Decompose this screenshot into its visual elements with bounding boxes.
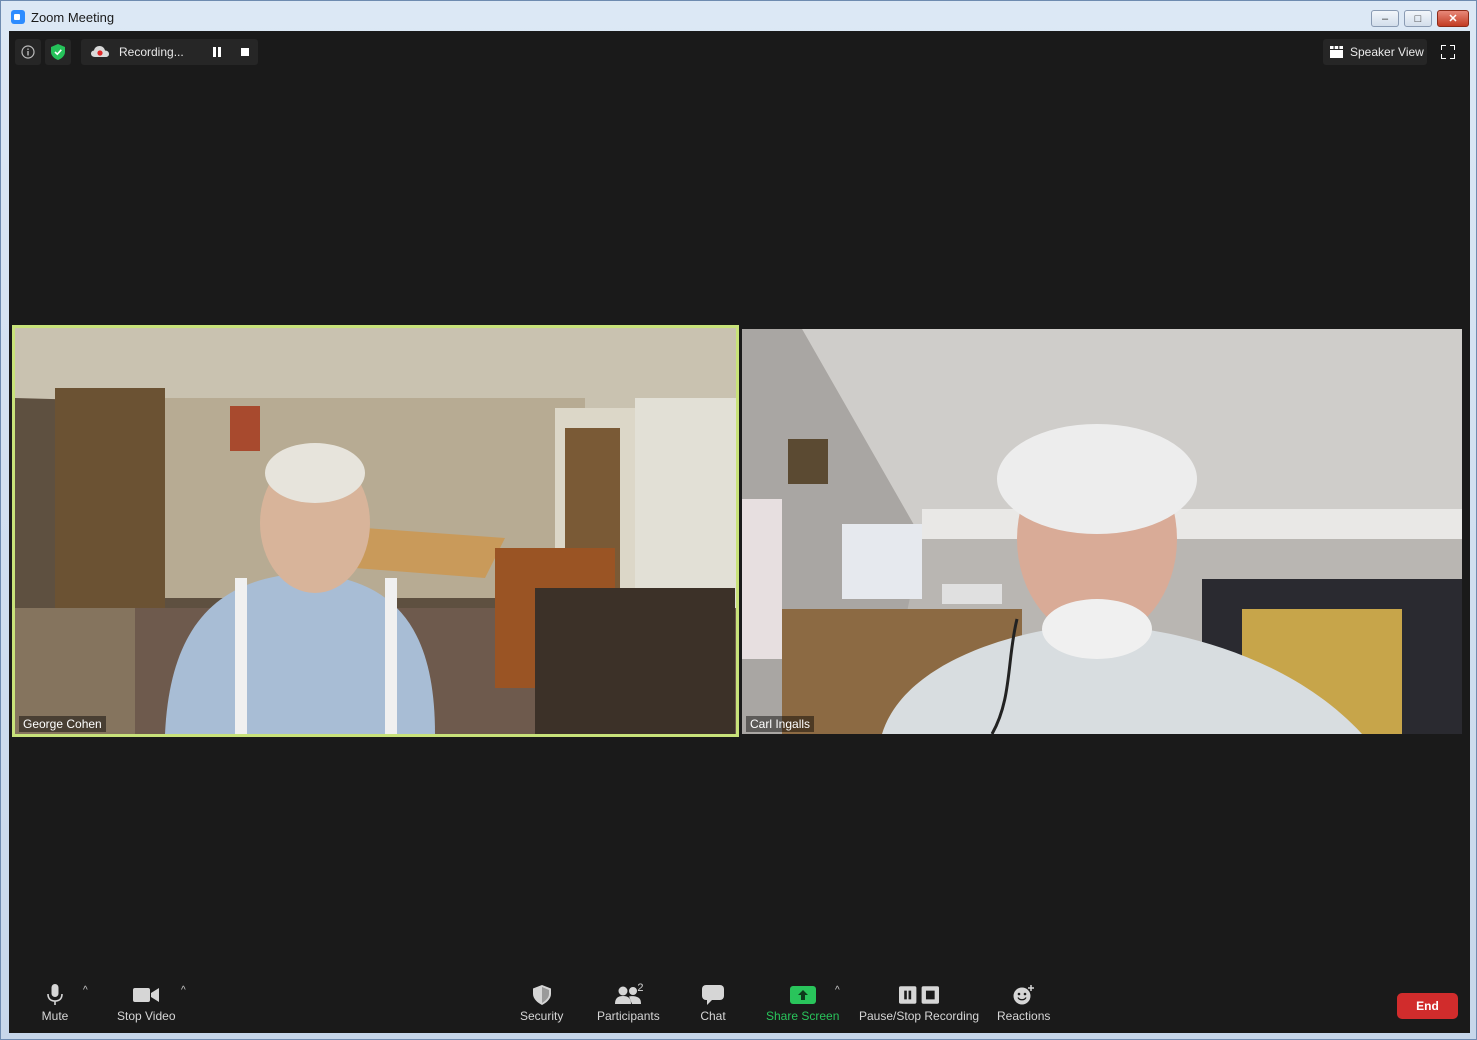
mute-button[interactable]: Mute [35, 983, 75, 1023]
pause-stop-recording-icon [899, 986, 940, 1004]
share-screen-label: Share Screen [766, 1009, 840, 1023]
cloud-recording-icon [91, 46, 109, 57]
participants-count: 2 [637, 982, 644, 994]
share-screen-icon [789, 986, 816, 1004]
end-meeting-button[interactable]: End [1397, 993, 1458, 1019]
zoom-app-icon [11, 10, 25, 24]
window-title: Zoom Meeting [31, 10, 115, 25]
participant-video-feed [742, 329, 1462, 734]
participant-name-tag: Carl Ingalls [746, 716, 815, 732]
shield-check-icon [51, 44, 65, 60]
security-label: Security [520, 1009, 564, 1023]
stop-video-label: Stop Video [117, 1009, 176, 1023]
pause-recording-icon[interactable] [213, 47, 223, 57]
recording-indicator: Recording... [81, 39, 258, 65]
meeting-controls-toolbar: Mute ^ Stop Video ^ Security 2 Participa… [9, 973, 1470, 1033]
minimize-button[interactable]: – [1371, 10, 1399, 27]
mute-label: Mute [41, 1009, 69, 1023]
meeting-info-group [15, 39, 71, 65]
speaker-view-icon [1330, 46, 1343, 58]
close-button[interactable]: ✕ [1437, 10, 1469, 27]
participant-name-tag: George Cohen [19, 716, 106, 732]
encryption-button[interactable] [45, 39, 71, 65]
chat-button[interactable]: Chat [693, 983, 733, 1023]
reactions-label: Reactions [997, 1009, 1051, 1023]
security-shield-icon [532, 985, 551, 1005]
recording-status-label: Recording... [119, 45, 184, 59]
maximize-button[interactable]: □ [1404, 10, 1432, 27]
reactions-smiley-icon [1013, 985, 1034, 1005]
stop-recording-icon[interactable] [241, 48, 249, 56]
share-screen-button[interactable]: Share Screen [766, 983, 839, 1023]
video-options-chevron-icon[interactable]: ^ [181, 985, 186, 996]
pause-stop-recording-label: Pause/Stop Recording [859, 1009, 980, 1023]
video-tile-george-cohen[interactable]: George Cohen [12, 325, 739, 737]
reactions-button[interactable]: Reactions [997, 983, 1050, 1023]
title-bar: Zoom Meeting – □ ✕ [1, 1, 1476, 31]
chat-label: Chat [700, 1009, 726, 1023]
video-camera-icon [133, 988, 160, 1002]
chat-bubble-icon [702, 985, 724, 1005]
pause-stop-recording-button[interactable]: Pause/Stop Recording [859, 983, 979, 1023]
microphone-icon [47, 984, 63, 1005]
stop-video-button[interactable]: Stop Video [117, 983, 176, 1023]
participant-video-feed [15, 328, 736, 734]
zoom-window: Zoom Meeting – □ ✕ Recording... Speaker … [0, 0, 1477, 1040]
video-tile-carl-ingalls[interactable]: Carl Ingalls [742, 329, 1462, 734]
audio-options-chevron-icon[interactable]: ^ [83, 985, 88, 996]
participants-label: Participants [597, 1009, 660, 1023]
speaker-view-button[interactable]: Speaker View [1323, 39, 1427, 65]
participants-button[interactable]: 2 Participants [597, 982, 660, 1023]
info-icon [21, 45, 35, 59]
meeting-area: Recording... Speaker View George Cohen C… [9, 31, 1470, 1033]
meeting-info-button[interactable] [15, 39, 41, 65]
fullscreen-icon[interactable] [1441, 45, 1455, 59]
share-options-chevron-icon[interactable]: ^ [835, 985, 840, 996]
speaker-view-label: Speaker View [1350, 45, 1424, 59]
security-button[interactable]: Security [520, 983, 563, 1023]
